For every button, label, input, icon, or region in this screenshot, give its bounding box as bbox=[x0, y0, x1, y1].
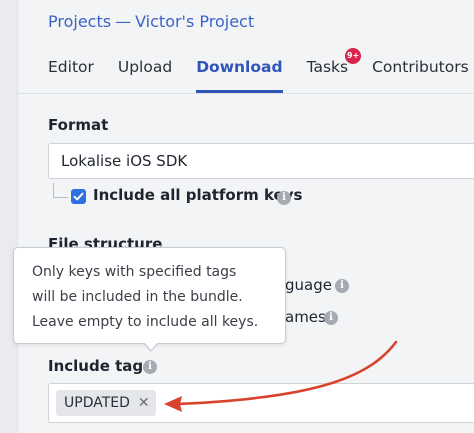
tree-connector-line bbox=[53, 183, 68, 198]
tab-contributors-label: Contributors bbox=[372, 58, 469, 76]
tab-editor[interactable]: Editor bbox=[48, 56, 94, 90]
project-tabs: Editor Upload Download Tasks 9+ Contribu… bbox=[48, 48, 469, 93]
tab-tasks-label: Tasks bbox=[306, 58, 349, 76]
info-icon[interactable]: i bbox=[143, 360, 157, 374]
file-structure-option-names[interactable]: ames bbox=[285, 308, 326, 326]
include-tags-heading: Include tags bbox=[48, 357, 153, 375]
tab-editor-label: Editor bbox=[48, 58, 94, 76]
tab-contributors[interactable]: Contributors bbox=[372, 56, 469, 90]
breadcrumb-separator: — bbox=[115, 12, 132, 31]
info-icon[interactable]: i bbox=[277, 191, 291, 205]
tooltip-pointer-fill bbox=[144, 342, 158, 350]
tag-chip: UPDATED ✕ bbox=[56, 390, 156, 416]
tabs-divider bbox=[17, 93, 474, 94]
close-icon[interactable]: ✕ bbox=[138, 395, 150, 411]
download-page: Projects — Victor's Project Editor Upload … bbox=[0, 0, 474, 433]
info-icon[interactable]: i bbox=[324, 311, 338, 325]
include-all-platform-keys-checkbox[interactable] bbox=[71, 189, 86, 204]
left-sidebar-edge bbox=[0, 0, 18, 433]
format-select[interactable]: Lokalise iOS SDK bbox=[48, 143, 474, 179]
include-tags-tooltip: Only keys with specified tags will be in… bbox=[13, 247, 286, 344]
tooltip-line: Only keys with specified tags bbox=[32, 264, 237, 280]
format-selected-value: Lokalise iOS SDK bbox=[61, 152, 188, 170]
tag-chip-label: UPDATED bbox=[64, 395, 130, 411]
tab-tasks[interactable]: Tasks 9+ bbox=[306, 48, 362, 90]
tasks-count-badge: 9+ bbox=[345, 48, 362, 64]
breadcrumb-projects-link[interactable]: Projects bbox=[48, 12, 111, 31]
tooltip-line: Leave empty to include all keys. bbox=[32, 314, 259, 330]
check-icon bbox=[73, 192, 84, 201]
info-icon[interactable]: i bbox=[335, 279, 349, 293]
tab-download[interactable]: Download bbox=[196, 56, 283, 93]
file-structure-option-language[interactable]: guage bbox=[285, 276, 332, 294]
tab-download-label: Download bbox=[196, 58, 283, 76]
tab-upload-label: Upload bbox=[117, 58, 173, 76]
breadcrumb: Projects — Victor's Project bbox=[48, 12, 254, 31]
tooltip-line: will be included in the bundle. bbox=[32, 289, 243, 305]
format-heading: Format bbox=[48, 116, 109, 134]
tab-upload[interactable]: Upload bbox=[118, 56, 172, 90]
file-structure-options bbox=[278, 258, 474, 340]
include-all-platform-keys-label[interactable]: Include all platform keys bbox=[93, 186, 302, 204]
breadcrumb-project-link[interactable]: Victor's Project bbox=[135, 12, 254, 31]
